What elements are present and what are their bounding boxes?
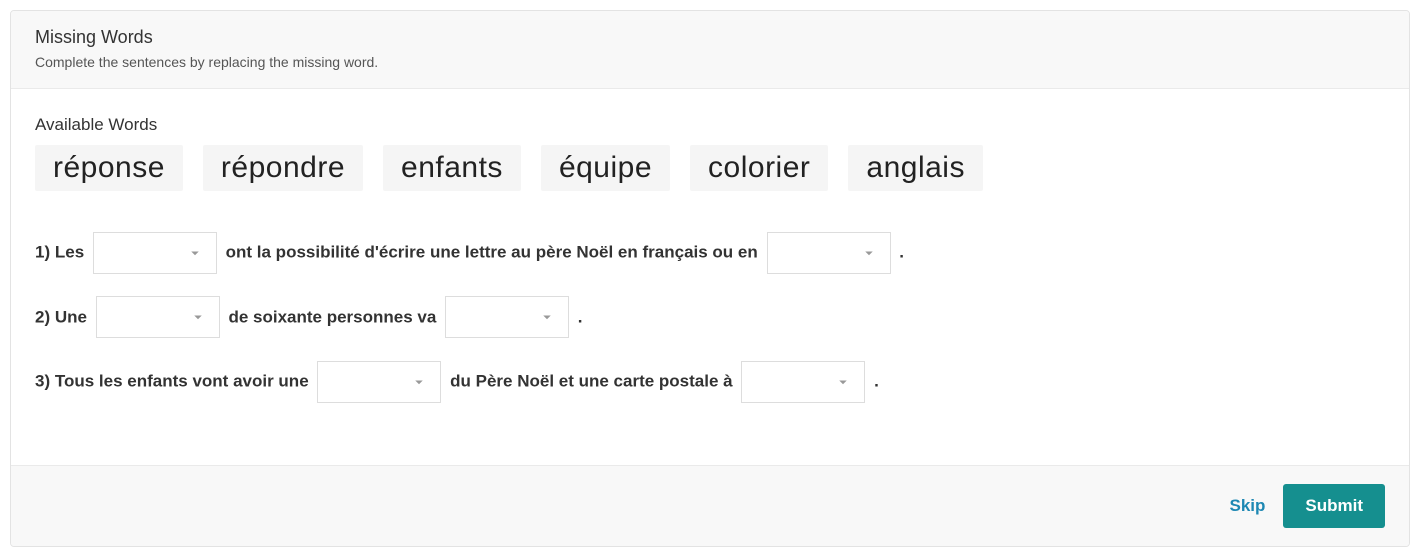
word-dropdown[interactable]	[317, 361, 441, 403]
word-dropdown[interactable]	[96, 296, 220, 338]
word-dropdown[interactable]	[741, 361, 865, 403]
sentence-2: 2) Une de soixante personnes va .	[35, 296, 1385, 339]
chevron-down-icon	[186, 244, 204, 262]
sentence-3: 3) Tous les enfants vont avoir une du Pè…	[35, 360, 1385, 403]
panel-footer: Skip Submit	[11, 465, 1409, 546]
sentence-text: du Père Noël et une carte postale à	[450, 372, 732, 391]
word-chip[interactable]: anglais	[848, 145, 983, 191]
sentence-1: 1) Les ont la possibilité d'écrire une l…	[35, 231, 1385, 274]
word-chip[interactable]: enfants	[383, 145, 521, 191]
word-dropdown[interactable]	[767, 232, 891, 274]
word-chip[interactable]: répondre	[203, 145, 363, 191]
sentence-text: .	[899, 243, 904, 262]
exercise-panel: Missing Words Complete the sentences by …	[10, 10, 1410, 547]
sentence-text: Les	[55, 243, 84, 262]
panel-body: Available Words réponse répondre enfants…	[11, 89, 1409, 465]
sentence-text: .	[874, 372, 879, 391]
available-words-label: Available Words	[35, 115, 1385, 135]
skip-button[interactable]: Skip	[1229, 496, 1265, 516]
available-words-row: réponse répondre enfants équipe colorier…	[35, 145, 1385, 191]
sentence-text: de soixante personnes va	[228, 307, 436, 326]
sentence-text: .	[578, 307, 583, 326]
word-chip[interactable]: équipe	[541, 145, 670, 191]
submit-button[interactable]: Submit	[1283, 484, 1385, 528]
exercise-instructions: Complete the sentences by replacing the …	[35, 54, 1385, 70]
sentence-text: ont la possibilité d'écrire une lettre a…	[226, 243, 758, 262]
word-dropdown[interactable]	[445, 296, 569, 338]
exercise-title: Missing Words	[35, 27, 1385, 48]
chevron-down-icon	[860, 244, 878, 262]
sentence-num: 2)	[35, 307, 50, 326]
sentence-text: Tous les enfants vont avoir une	[55, 372, 309, 391]
chevron-down-icon	[834, 373, 852, 391]
word-chip[interactable]: réponse	[35, 145, 183, 191]
word-dropdown[interactable]	[93, 232, 217, 274]
word-chip[interactable]: colorier	[690, 145, 828, 191]
panel-header: Missing Words Complete the sentences by …	[11, 11, 1409, 89]
sentence-num: 1)	[35, 243, 50, 262]
chevron-down-icon	[410, 373, 428, 391]
chevron-down-icon	[189, 308, 207, 326]
sentence-num: 3)	[35, 372, 50, 391]
chevron-down-icon	[538, 308, 556, 326]
sentence-text: Une	[55, 307, 87, 326]
